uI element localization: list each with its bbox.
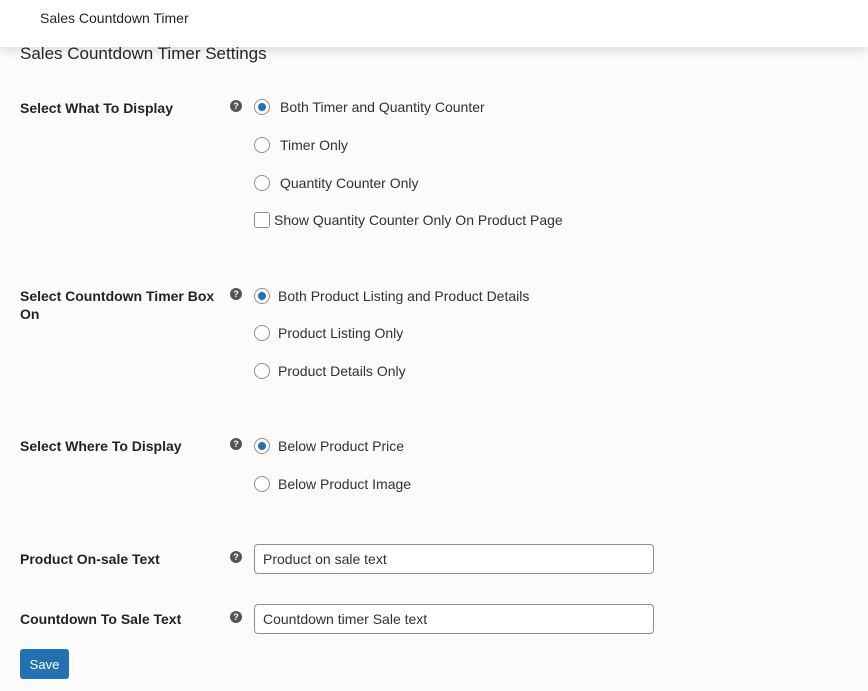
page-title: Sales Countdown Timer Settings xyxy=(20,44,267,63)
radio-checked-icon[interactable] xyxy=(254,288,270,304)
radio-both-timer-quantity[interactable]: Both Timer and Quantity Counter xyxy=(254,99,485,115)
checkbox-quantity-product-page[interactable]: Show Quantity Counter Only On Product Pa… xyxy=(254,212,563,228)
radio-below-price[interactable]: Below Product Price xyxy=(254,438,404,454)
save-button[interactable]: Save xyxy=(20,649,69,679)
top-bar: Sales Countdown Timer xyxy=(0,0,868,47)
help-icon[interactable]: ? xyxy=(230,288,242,300)
display-label: Select What To Display xyxy=(20,100,173,116)
radio-below-image[interactable]: Below Product Image xyxy=(254,476,411,492)
box-on-label: Select Countdown Timer Box On xyxy=(20,288,215,322)
radio-icon[interactable] xyxy=(254,363,270,379)
radio-timer-only[interactable]: Timer Only xyxy=(254,137,348,153)
radio-icon[interactable] xyxy=(254,137,270,153)
countdown-text-input[interactable] xyxy=(254,604,654,634)
help-icon[interactable]: ? xyxy=(230,551,242,563)
radio-checked-icon[interactable] xyxy=(254,438,270,454)
app-title: Sales Countdown Timer xyxy=(40,10,189,26)
countdown-label: Countdown To Sale Text xyxy=(20,611,182,627)
where-label: Select Where To Display xyxy=(20,438,182,454)
radio-icon[interactable] xyxy=(254,476,270,492)
radio-icon[interactable] xyxy=(254,325,270,341)
help-icon[interactable]: ? xyxy=(230,100,242,112)
onsale-text-input[interactable] xyxy=(254,544,654,574)
radio-details-only[interactable]: Product Details Only xyxy=(254,363,406,379)
help-icon[interactable]: ? xyxy=(230,438,242,450)
onsale-label: Product On-sale Text xyxy=(20,551,160,567)
help-icon[interactable]: ? xyxy=(230,611,242,623)
radio-checked-icon[interactable] xyxy=(254,99,270,115)
radio-icon[interactable] xyxy=(254,175,270,191)
radio-both-listing-details[interactable]: Both Product Listing and Product Details xyxy=(254,288,529,304)
radio-listing-only[interactable]: Product Listing Only xyxy=(254,325,403,341)
radio-quantity-only[interactable]: Quantity Counter Only xyxy=(254,175,419,191)
checkbox-icon[interactable] xyxy=(254,212,270,228)
